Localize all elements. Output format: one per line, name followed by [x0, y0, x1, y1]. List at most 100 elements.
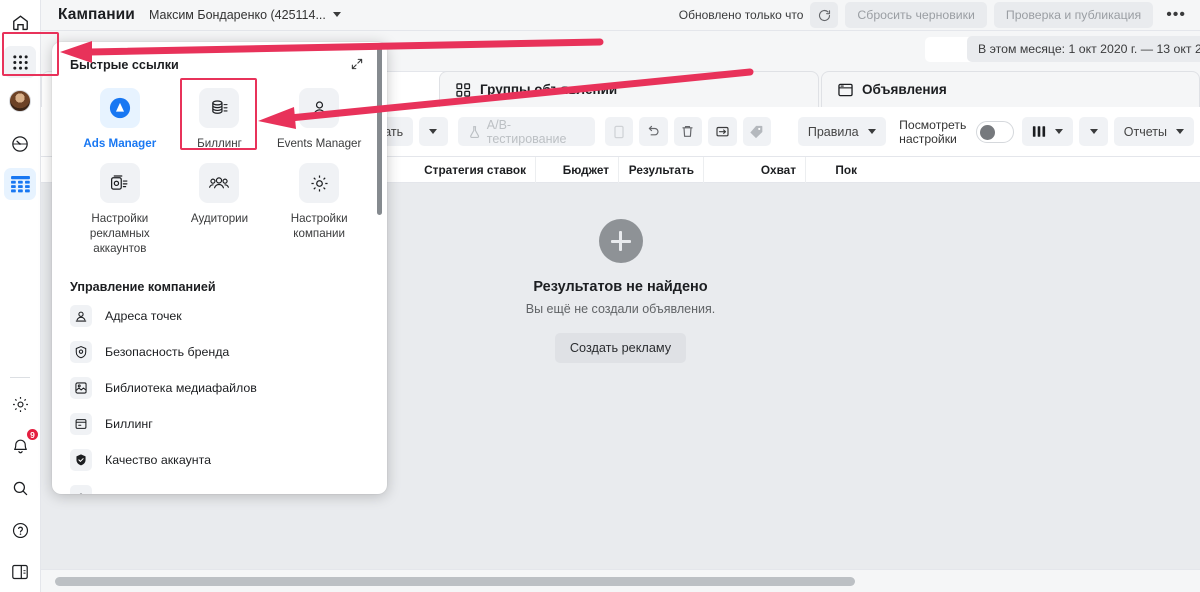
rail-avatar[interactable] [4, 85, 36, 117]
rail-gear-icon[interactable] [4, 388, 36, 420]
page-title: Кампании [58, 6, 135, 23]
ab-test-label: A/B-тестирование [486, 117, 567, 146]
panel-scrollbar-thumb[interactable] [377, 47, 382, 215]
reports-label: Отчеты [1123, 124, 1167, 139]
management-item-locations[interactable]: Адреса точек [70, 298, 369, 334]
media-library-icon [70, 377, 92, 399]
table-column-results[interactable]: Результать [619, 156, 704, 183]
quick-link-business-settings[interactable]: Настройки компании [269, 157, 369, 260]
app-root: 9 Кампании Максим Бондаренко (425114... … [0, 0, 1200, 592]
columns-icon [1033, 126, 1046, 137]
preview-toggle[interactable] [976, 120, 1015, 143]
tag-button[interactable] [742, 117, 771, 146]
more-options-button[interactable]: ••• [1160, 6, 1192, 24]
ab-test-button[interactable]: A/B-тестирование [457, 117, 595, 146]
management-item-billing[interactable]: Биллинг [70, 406, 369, 442]
account-quality-icon [70, 449, 92, 471]
export-button[interactable] [708, 117, 737, 146]
copy-icon [614, 125, 624, 138]
quick-link-label: Events Manager [276, 137, 362, 150]
ads-manager-icon [99, 88, 140, 128]
rail-apps-grid-icon[interactable] [4, 46, 36, 78]
rail-bell-icon[interactable]: 9 [4, 428, 39, 462]
delete-button[interactable] [673, 117, 703, 146]
refresh-icon [818, 9, 830, 21]
rail-search-icon[interactable] [4, 472, 36, 504]
horizontal-scrollbar-thumb[interactable] [55, 577, 855, 586]
billing-icon [70, 413, 92, 435]
quick-links-grid: Ads Manager Биллинг Events Manager Настр… [70, 82, 369, 260]
refresh-button[interactable] [810, 2, 839, 28]
caret-down-icon [429, 129, 438, 134]
table-column-reach[interactable]: Охват [704, 156, 806, 183]
events-manager-icon [299, 88, 340, 128]
quick-link-label: Биллинг [197, 137, 242, 150]
management-item-label: Качество аккаунта [105, 453, 212, 467]
quick-link-label: Аудитории [190, 212, 249, 225]
caret-down-icon [1055, 129, 1064, 134]
management-item-media-library[interactable]: Библиотека медиафайлов [70, 370, 369, 406]
table-column-impressions[interactable]: Пок [806, 157, 866, 183]
rail-panel-icon[interactable] [4, 556, 36, 588]
quick-link-ad-account-settings[interactable]: Настройки рекламных аккаунтов [70, 157, 170, 260]
view-setup-button[interactable]: Посмотреть настройки [899, 118, 966, 146]
ads-icon [838, 83, 853, 96]
tab-adsets[interactable]: Группы объявлений [439, 71, 819, 107]
avatar [9, 90, 31, 112]
reports-button[interactable]: Отчеты [1113, 117, 1194, 146]
adsets-icon [456, 82, 471, 97]
top-header: Кампании Максим Бондаренко (425114... Об… [41, 0, 1200, 31]
settings-partial-icon [70, 485, 92, 494]
rail-gauge-icon[interactable] [4, 128, 36, 160]
management-title: Управление компанией [70, 280, 216, 294]
notification-badge: 9 [26, 428, 39, 441]
management-item-label: Библиотека медиафайлов [105, 381, 257, 395]
copy-button[interactable] [604, 117, 634, 146]
management-item-label: Безопасность бренда [105, 345, 230, 359]
discard-drafts-button[interactable]: Сбросить черновики [845, 2, 987, 28]
date-range-picker[interactable]: В этом месяце: 1 окт 2020 г. — 13 окт 20… [967, 36, 1200, 62]
rail-divider [10, 377, 30, 378]
locations-icon [70, 305, 92, 327]
management-item-partial[interactable] [70, 478, 369, 494]
horizontal-scrollbar[interactable] [41, 569, 1200, 592]
account-selector[interactable]: Максим Бондаренко (425114... [149, 8, 341, 22]
billing-coins-icon [199, 88, 240, 128]
management-item-account-quality[interactable]: Качество аккаунта [70, 442, 369, 478]
caret-down-icon [1175, 129, 1184, 134]
brand-safety-icon [70, 341, 92, 363]
rail-home-icon[interactable] [4, 6, 36, 38]
management-item-brand-safety[interactable]: Безопасность бренда [70, 334, 369, 370]
quick-link-audiences[interactable]: Аудитории [170, 157, 270, 260]
rules-button[interactable]: Правила [797, 117, 886, 146]
plus-circle-icon [598, 219, 643, 263]
left-rail: 9 [0, 0, 41, 592]
management-item-label: Биллинг [105, 417, 153, 431]
quick-link-label: Ads Manager [83, 137, 157, 150]
table-column-budget[interactable]: Бюджет [536, 156, 619, 183]
rail-table-icon[interactable] [4, 168, 36, 200]
undo-button[interactable] [639, 117, 668, 146]
tab-ads[interactable]: Объявления [821, 71, 1200, 107]
quick-link-billing[interactable]: Биллинг [170, 82, 270, 155]
quick-link-events-manager[interactable]: Events Manager [269, 82, 369, 155]
undo-icon [648, 125, 659, 136]
duplicate-dropdown-button[interactable] [419, 117, 448, 146]
trash-icon [682, 126, 693, 137]
chevron-down-icon [332, 12, 341, 17]
account-name: Максим Бондаренко (425114... [148, 8, 326, 22]
columns-button[interactable] [1022, 117, 1074, 146]
caret-down-icon [1089, 129, 1098, 134]
breakdown-button[interactable] [1079, 117, 1108, 146]
table-column-bid-strategy[interactable]: Стратегия ставок [364, 156, 536, 183]
quick-link-ads-manager[interactable]: Ads Manager [70, 82, 170, 155]
review-publish-button[interactable]: Проверка и публикация [993, 2, 1154, 28]
caret-down-icon [867, 129, 876, 134]
updated-status: Обновлено только что [678, 8, 804, 22]
export-icon [716, 126, 729, 137]
expand-icon[interactable] [351, 58, 363, 70]
tab-ads-label: Объявления [862, 82, 947, 97]
rail-help-icon[interactable] [4, 514, 36, 546]
quick-link-label: Настройки компании [290, 212, 348, 240]
create-ad-button[interactable]: Создать рекламу [554, 333, 687, 363]
